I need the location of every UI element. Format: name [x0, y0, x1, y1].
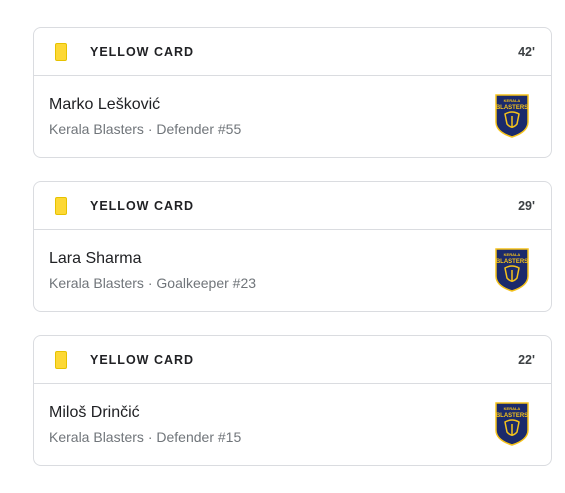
yellow-card-icon [55, 42, 67, 61]
player-meta: Kerala Blasters · Defender #55 [49, 121, 241, 137]
logo-text-main: BLASTERS [496, 259, 528, 265]
event-type: YELLOW CARD [90, 44, 195, 59]
player-position: Defender #55 [156, 121, 242, 137]
event-header: YELLOW CARD 22' [34, 336, 551, 384]
event-minute: 42' [518, 44, 535, 59]
player-name[interactable]: Lara Sharma [49, 250, 142, 268]
player-name[interactable]: Marko Lešković [49, 96, 160, 114]
separator: · [143, 275, 157, 291]
logo-text-top: KERALA [504, 252, 521, 257]
event-header: YELLOW CARD 29' [34, 182, 551, 230]
event-minute: 29' [518, 198, 535, 213]
separator: · [143, 121, 157, 137]
player-position: Goalkeeper #23 [156, 275, 257, 291]
team-name: Kerala Blasters [49, 429, 144, 445]
team-logo-icon[interactable]: KERALA BLASTERS [495, 402, 529, 446]
team-name: Kerala Blasters [49, 121, 144, 137]
event-type: YELLOW CARD [90, 352, 195, 367]
player-name[interactable]: Miloš Drinčić [49, 404, 140, 422]
event-body: Lara Sharma Kerala Blasters · Goalkeeper… [34, 230, 551, 312]
team-logo-icon[interactable]: KERALA BLASTERS [495, 248, 529, 292]
event-card[interactable]: YELLOW CARD 22' Miloš Drinčić Kerala Bla… [33, 335, 552, 466]
event-body: Marko Lešković Kerala Blasters · Defende… [34, 76, 551, 158]
event-body: Miloš Drinčić Kerala Blasters · Defender… [34, 384, 551, 466]
player-meta: Kerala Blasters · Defender #15 [49, 429, 241, 445]
event-type: YELLOW CARD [90, 198, 195, 213]
yellow-card-icon [55, 350, 67, 369]
event-minute: 22' [518, 352, 535, 367]
team-name: Kerala Blasters [49, 275, 144, 291]
logo-text-top: KERALA [504, 406, 521, 411]
yellow-card-icon [55, 196, 67, 215]
player-position: Defender #15 [156, 429, 242, 445]
event-card[interactable]: YELLOW CARD 42' Marko Lešković Kerala Bl… [33, 27, 552, 158]
player-meta: Kerala Blasters · Goalkeeper #23 [49, 275, 256, 291]
logo-text-main: BLASTERS [496, 413, 528, 419]
event-card[interactable]: YELLOW CARD 29' Lara Sharma Kerala Blast… [33, 181, 552, 312]
team-logo-icon[interactable]: KERALA BLASTERS [495, 94, 529, 138]
logo-text-top: KERALA [504, 98, 521, 103]
logo-text-main: BLASTERS [496, 105, 528, 111]
event-header: YELLOW CARD 42' [34, 28, 551, 76]
separator: · [143, 429, 157, 445]
